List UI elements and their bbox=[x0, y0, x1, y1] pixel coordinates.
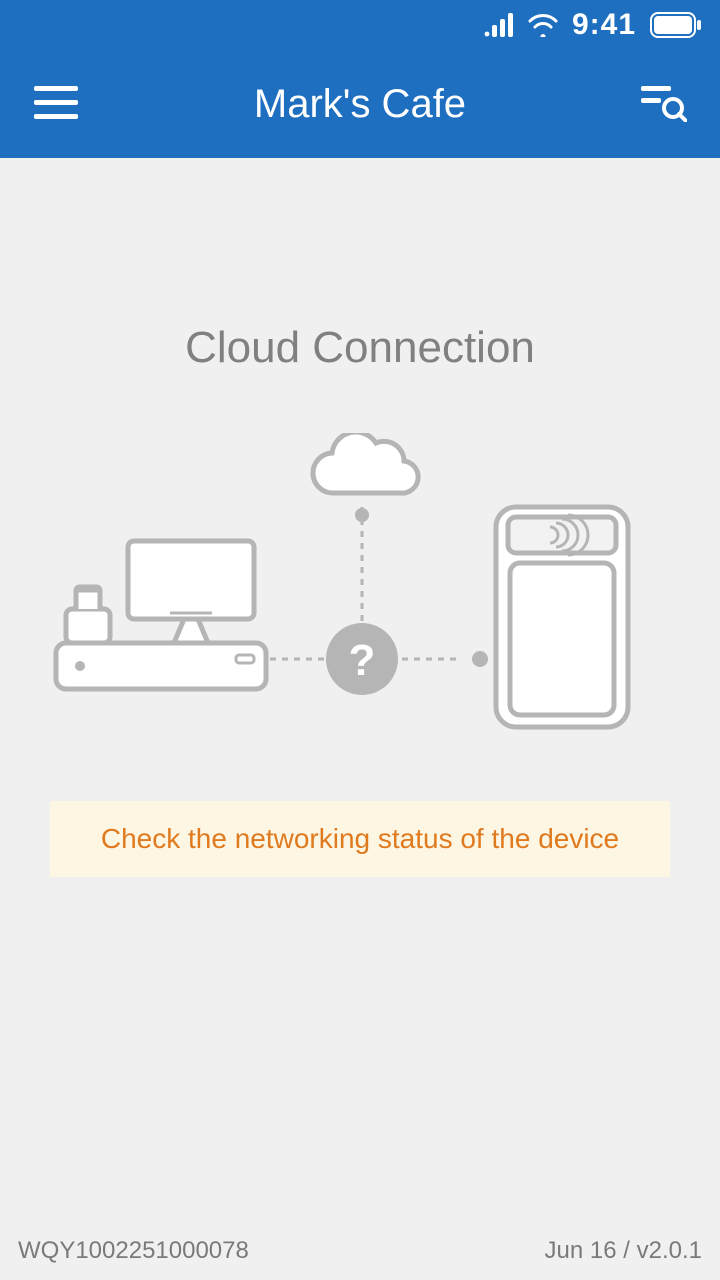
cellular-signal-icon bbox=[484, 13, 514, 37]
battery-icon bbox=[650, 12, 702, 38]
page-title: Mark's Cafe bbox=[80, 82, 640, 127]
question-status-icon: ? bbox=[326, 623, 398, 695]
menu-button[interactable] bbox=[32, 80, 80, 128]
app-header: Mark's Cafe bbox=[0, 50, 720, 158]
card-terminal-icon bbox=[496, 507, 628, 727]
connection-diagram: ? bbox=[50, 433, 670, 743]
search-list-button[interactable] bbox=[640, 80, 688, 128]
date-version: Jun 16 / v2.0.1 bbox=[545, 1237, 702, 1265]
status-time: 9:41 bbox=[572, 8, 636, 42]
footer: WQY1002251000078 Jun 16 / v2.0.1 bbox=[0, 1230, 720, 1280]
device-id: WQY1002251000078 bbox=[18, 1237, 249, 1265]
pos-computer-icon bbox=[56, 541, 266, 689]
main-content: Cloud Connection bbox=[0, 158, 720, 1230]
network-status-banner[interactable]: Check the networking status of the devic… bbox=[50, 801, 670, 877]
cloud-icon bbox=[313, 433, 418, 493]
section-title: Cloud Connection bbox=[185, 323, 535, 373]
svg-text:?: ? bbox=[349, 636, 376, 685]
wifi-icon bbox=[528, 13, 558, 37]
search-list-icon bbox=[641, 82, 687, 127]
status-bar: 9:41 bbox=[0, 0, 720, 50]
hamburger-icon bbox=[34, 84, 78, 125]
